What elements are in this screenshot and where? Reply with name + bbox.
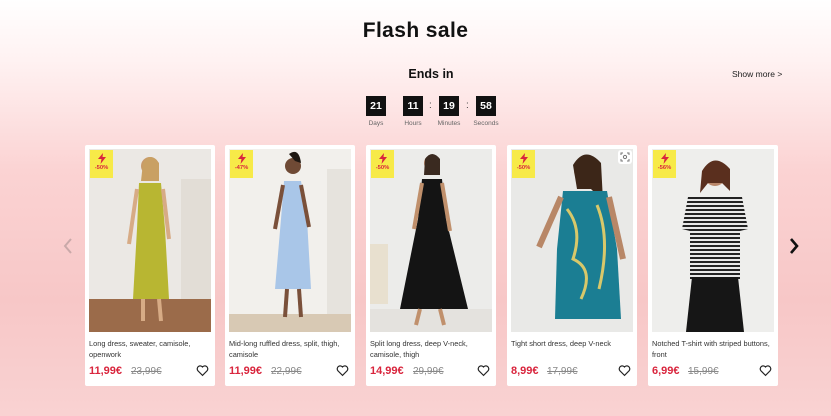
discount-percent: -50% bbox=[94, 165, 109, 171]
discount-badge: -50% bbox=[90, 150, 113, 178]
product-card[interactable]: -50% Split long dress, deep V-neck, cami… bbox=[366, 145, 496, 386]
zoom-icon[interactable] bbox=[618, 150, 632, 164]
discount-percent: -50% bbox=[516, 165, 531, 171]
ends-in-label: Ends in bbox=[408, 67, 454, 81]
product-price: 8,99€ bbox=[511, 365, 539, 377]
discount-badge: -50% bbox=[371, 150, 394, 178]
product-name[interactable]: Mid-long ruffled dress, split, thigh, ca… bbox=[229, 338, 353, 360]
countdown-minutes: 19 Minutes bbox=[429, 96, 469, 127]
discount-badge: -56% bbox=[653, 150, 676, 178]
product-old-price: 15,99€ bbox=[688, 366, 719, 377]
product-old-price: 17,99€ bbox=[547, 366, 578, 377]
discount-badge: -50% bbox=[512, 150, 535, 178]
countdown-minutes-value: 19 bbox=[439, 96, 459, 116]
product-card[interactable]: -50% Long dress, sweater, camisole, open… bbox=[85, 145, 215, 386]
product-name[interactable]: Split long dress, deep V-neck, camisole,… bbox=[370, 338, 494, 360]
product-old-price: 22,99€ bbox=[271, 366, 302, 377]
show-more-link[interactable]: Show more > bbox=[732, 69, 782, 79]
product-name[interactable]: Long dress, sweater, camisole, openwork bbox=[89, 338, 213, 360]
product-card[interactable]: -56% Notched T-shirt with striped button… bbox=[648, 145, 778, 386]
countdown-days: 21 Days bbox=[356, 96, 396, 127]
countdown-days-value: 21 bbox=[366, 96, 386, 116]
discount-percent: -56% bbox=[657, 165, 672, 171]
discount-percent: -50% bbox=[375, 165, 390, 171]
countdown-seconds-value: 58 bbox=[476, 96, 496, 116]
countdown-timer: 21 Days 11 Hours : 19 Minutes : 58 Secon… bbox=[0, 96, 831, 132]
countdown-days-label: Days bbox=[368, 120, 384, 127]
product-name[interactable]: Tight short dress, deep V-neck bbox=[511, 338, 635, 349]
product-card[interactable]: -47% Mid-long ruffled dress, split, thig… bbox=[225, 145, 355, 386]
countdown-minutes-label: Minutes bbox=[437, 120, 461, 127]
heart-icon[interactable] bbox=[336, 364, 349, 377]
countdown-hours-value: 11 bbox=[403, 96, 423, 116]
heart-icon[interactable] bbox=[196, 364, 209, 377]
lightning-icon bbox=[660, 153, 669, 164]
discount-percent: -47% bbox=[234, 165, 249, 171]
page-title: Flash sale bbox=[362, 19, 469, 42]
chevron-right-icon[interactable] bbox=[786, 236, 802, 256]
lightning-icon bbox=[97, 153, 106, 164]
heart-icon[interactable] bbox=[759, 364, 772, 377]
product-old-price: 29,99€ bbox=[413, 366, 444, 377]
countdown-seconds-label: Seconds bbox=[473, 120, 499, 127]
countdown-seconds: 58 Seconds bbox=[466, 96, 506, 127]
product-price: 6,99€ bbox=[652, 365, 680, 377]
product-price: 14,99€ bbox=[370, 365, 404, 377]
countdown-hours: 11 Hours bbox=[393, 96, 433, 127]
discount-badge: -47% bbox=[230, 150, 253, 178]
heart-icon[interactable] bbox=[618, 364, 631, 377]
lightning-icon bbox=[237, 153, 246, 164]
product-card[interactable]: -50% Tight short dress, deep V-neck 8,99… bbox=[507, 145, 637, 386]
product-price: 11,99€ bbox=[89, 365, 123, 377]
chevron-left-icon[interactable] bbox=[60, 236, 76, 256]
product-price: 11,99€ bbox=[229, 365, 263, 377]
heart-icon[interactable] bbox=[477, 364, 490, 377]
lightning-icon bbox=[378, 153, 387, 164]
lightning-icon bbox=[519, 153, 528, 164]
product-old-price: 23,99€ bbox=[131, 366, 162, 377]
product-name[interactable]: Notched T-shirt with striped buttons, fr… bbox=[652, 338, 776, 360]
countdown-hours-label: Hours bbox=[404, 120, 422, 127]
